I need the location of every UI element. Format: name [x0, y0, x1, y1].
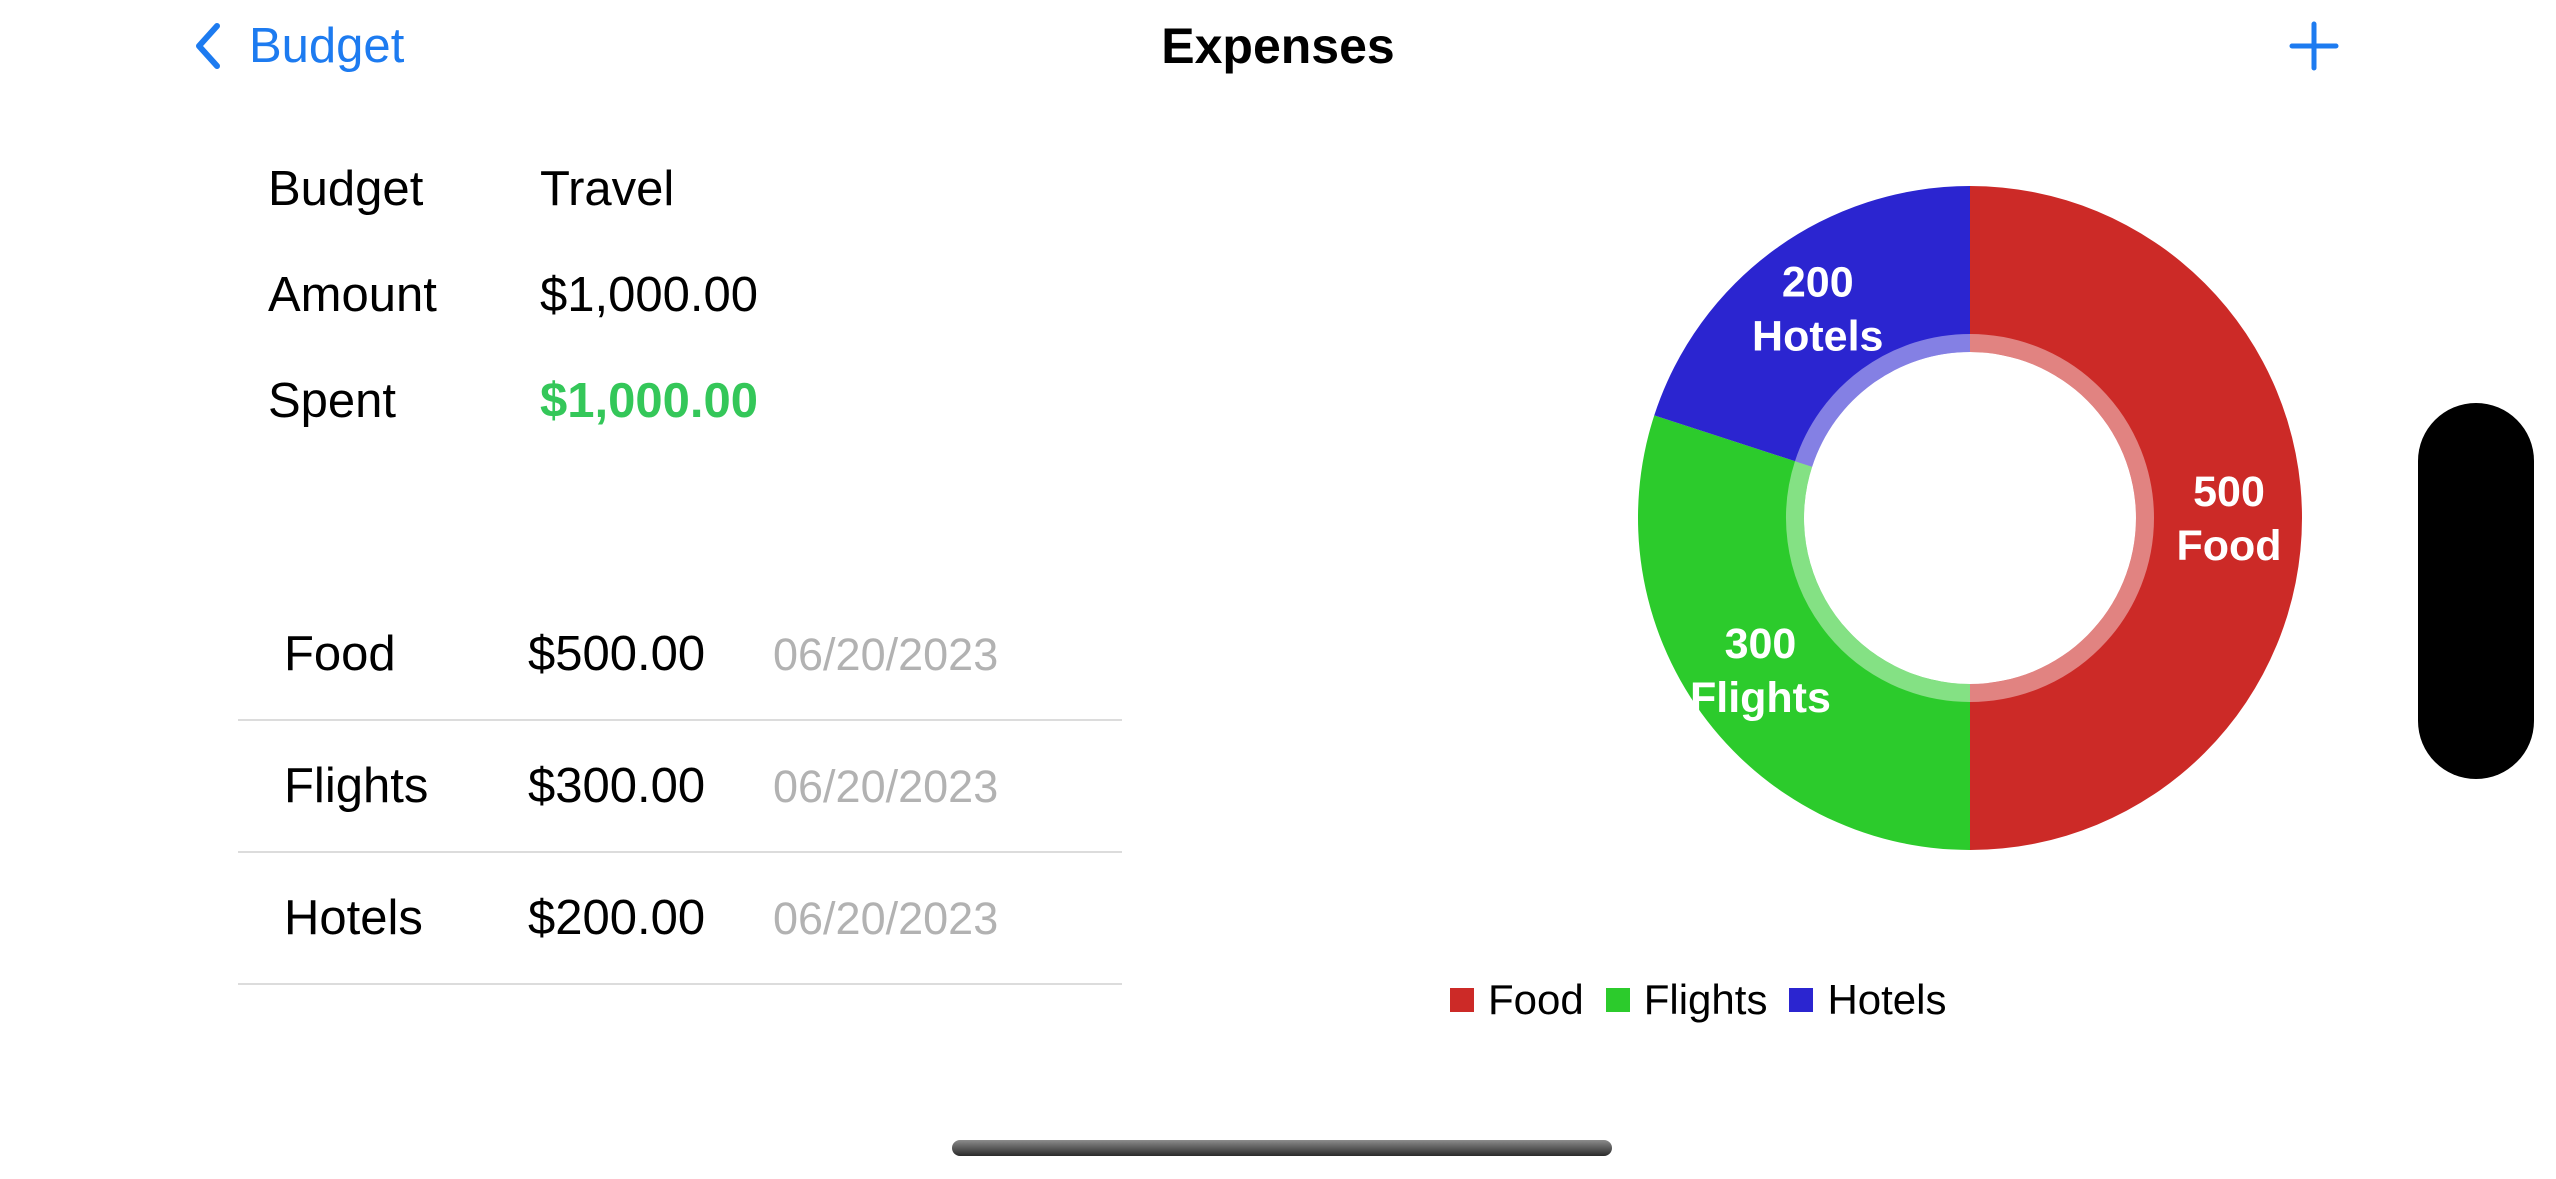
legend-item-food: Food [1450, 975, 1584, 1025]
legend-item-flights: Flights [1605, 975, 1768, 1025]
expense-amount: $300.00 [528, 759, 706, 813]
expense-name: Hotels [284, 891, 423, 945]
chevron-left-icon [195, 23, 221, 69]
expenses-donut-chart: 500 Food 300 Flights 200 Hotels [1638, 186, 2302, 850]
legend-swatch-food [1450, 988, 1474, 1012]
data-label-category-hotels: Hotels [1752, 312, 1883, 360]
expense-date: 06/20/2023 [773, 629, 999, 680]
spent-label: Spent [268, 374, 397, 428]
legend-label-food: Food [1488, 976, 1584, 1023]
data-label-value-food: 500 [2193, 468, 2265, 516]
page-title: Expenses [1161, 18, 1395, 74]
data-label-value-flights: 300 [1725, 620, 1797, 668]
plus-icon [2282, 21, 2346, 82]
budget-value: Travel [540, 162, 675, 216]
data-label-category-flights: Flights [1690, 674, 1831, 722]
chart-legend: Food Flights Hotels [1450, 970, 1969, 1030]
expense-date: 06/20/2023 [773, 893, 999, 944]
amount-value: $1,000.00 [540, 268, 758, 322]
data-label-value-hotels: 200 [1782, 258, 1854, 306]
legend-item-hotels: Hotels [1789, 975, 1947, 1025]
budget-label: Budget [268, 162, 424, 216]
expense-date: 06/20/2023 [773, 761, 999, 812]
home-indicator[interactable] [952, 1140, 1612, 1156]
expense-row-hotels[interactable]: Hotels $200.00 06/20/2023 [238, 852, 1122, 985]
expense-name: Flights [284, 759, 429, 813]
expense-row-flights[interactable]: Flights $300.00 06/20/2023 [238, 720, 1122, 853]
data-label-category-food: Food [2176, 522, 2281, 570]
expense-name: Food [284, 627, 396, 681]
legend-label-hotels: Hotels [1827, 976, 1947, 1023]
add-expense-button[interactable] [2282, 14, 2346, 78]
back-button[interactable]: Budget [195, 10, 404, 82]
amount-label: Amount [268, 268, 437, 322]
spent-value: $1,000.00 [540, 374, 758, 428]
expense-amount: $200.00 [528, 891, 706, 945]
expense-row-food[interactable]: Food $500.00 06/20/2023 [238, 588, 1122, 721]
expense-amount: $500.00 [528, 627, 706, 681]
legend-label-flights: Flights [1643, 976, 1768, 1023]
side-pill [2418, 403, 2534, 779]
legend-swatch-flights [1605, 988, 1630, 1012]
legend-swatch-hotels [1789, 988, 1814, 1012]
back-button-label: Budget [249, 19, 405, 73]
